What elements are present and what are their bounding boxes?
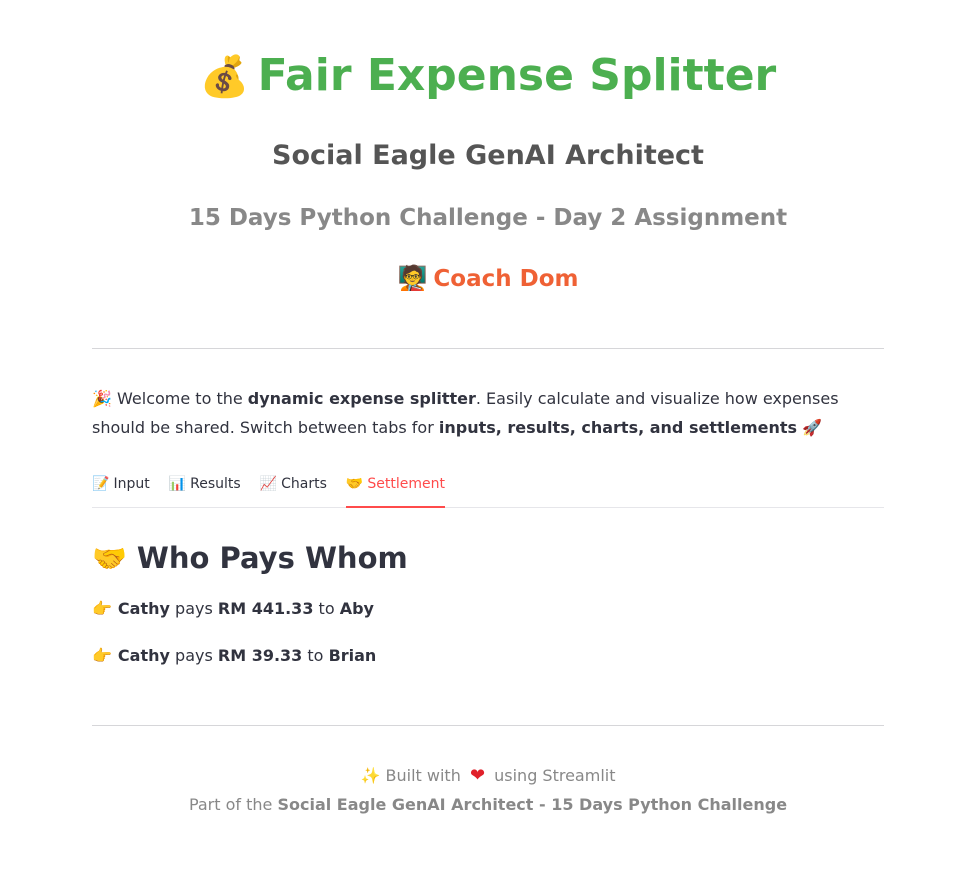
teacher-icon: 🧑‍🏫 bbox=[397, 264, 428, 292]
payee-name: Brian bbox=[328, 646, 377, 665]
bar-chart-icon: 📊 bbox=[168, 476, 187, 492]
sparkles-icon: ✨ bbox=[360, 766, 381, 785]
amount: RM 441.33 bbox=[217, 599, 314, 618]
pays-word: pays bbox=[175, 599, 213, 618]
to-word: to bbox=[318, 599, 335, 618]
page-title-text: Fair Expense Splitter bbox=[257, 50, 777, 101]
handshake-icon: 🤝 bbox=[345, 476, 364, 492]
intro-bold-2: inputs, results, charts, and settlements bbox=[438, 418, 798, 437]
memo-icon: 📝 bbox=[92, 476, 110, 492]
amount: RM 39.33 bbox=[217, 646, 303, 665]
footer-built-with-text: Built with bbox=[385, 766, 461, 785]
section-title: 🤝 Who Pays Whom bbox=[92, 534, 408, 583]
page-title: 💰 Fair Expense Splitter bbox=[92, 46, 884, 107]
tab-results[interactable]: 📊 Results bbox=[169, 468, 241, 506]
money-bag-icon: 💰 bbox=[199, 54, 250, 100]
party-popper-icon: 🎉 bbox=[92, 389, 112, 408]
tab-input[interactable]: 📝 Input bbox=[92, 468, 150, 506]
pointing-right-icon: 👉 bbox=[92, 599, 112, 618]
rocket-icon: 🚀 bbox=[802, 418, 823, 437]
heart-icon: ❤ bbox=[469, 765, 486, 786]
tab-input-label: Input bbox=[113, 476, 150, 492]
challenge-subtitle: 15 Days Python Challenge - Day 2 Assignm… bbox=[188, 205, 788, 231]
chart-increasing-icon: 📈 bbox=[259, 476, 278, 492]
payer-name: Cathy bbox=[117, 646, 170, 665]
divider-top bbox=[92, 348, 884, 349]
to-word: to bbox=[307, 646, 324, 665]
settlement-row: 👉 Cathy pays RM 441.33 to Aby bbox=[92, 597, 374, 621]
divider-bottom bbox=[92, 725, 884, 726]
pointing-right-icon: 👉 bbox=[92, 646, 112, 665]
tab-settlement-label: Settlement bbox=[367, 476, 445, 492]
settlement-row: 👉 Cathy pays RM 39.33 to Brian bbox=[92, 644, 376, 668]
tab-bar: 📝 Input 📊 Results 📈 Charts 🤝 Settlement bbox=[92, 468, 884, 508]
tab-charts-label: Charts bbox=[281, 476, 327, 492]
intro-bold-1: dynamic expense splitter bbox=[247, 389, 476, 408]
intro-text-part-1: Welcome to the bbox=[117, 389, 248, 408]
payee-name: Aby bbox=[339, 599, 374, 618]
tab-results-label: Results bbox=[190, 476, 241, 492]
coach-line: 🧑‍🏫 Coach Dom bbox=[92, 260, 884, 297]
handshake-icon: 🤝 bbox=[92, 542, 127, 575]
tab-charts[interactable]: 📈 Charts bbox=[260, 468, 327, 506]
footer-part-of-text: Part of the bbox=[188, 795, 273, 814]
footer-built-with: ✨ Built with ❤ using Streamlit bbox=[92, 763, 884, 789]
section-title-text: Who Pays Whom bbox=[136, 541, 408, 575]
tab-settlement[interactable]: 🤝 Settlement bbox=[345, 468, 445, 508]
app-page: 💰 Fair Expense Splitter Social Eagle GenA… bbox=[0, 0, 967, 880]
footer-part-of: Part of the Social Eagle GenAI Architect… bbox=[92, 792, 884, 818]
coach-name: Coach Dom bbox=[433, 266, 579, 292]
intro-text: 🎉 Welcome to the dynamic expense splitte… bbox=[92, 384, 884, 442]
footer-part-of-bold: Social Eagle GenAI Architect - 15 Days P… bbox=[277, 795, 788, 814]
footer-using-text: using Streamlit bbox=[494, 766, 616, 785]
payer-name: Cathy bbox=[117, 599, 170, 618]
pays-word: pays bbox=[175, 646, 213, 665]
page-subtitle: Social Eagle GenAI Architect bbox=[272, 140, 704, 171]
